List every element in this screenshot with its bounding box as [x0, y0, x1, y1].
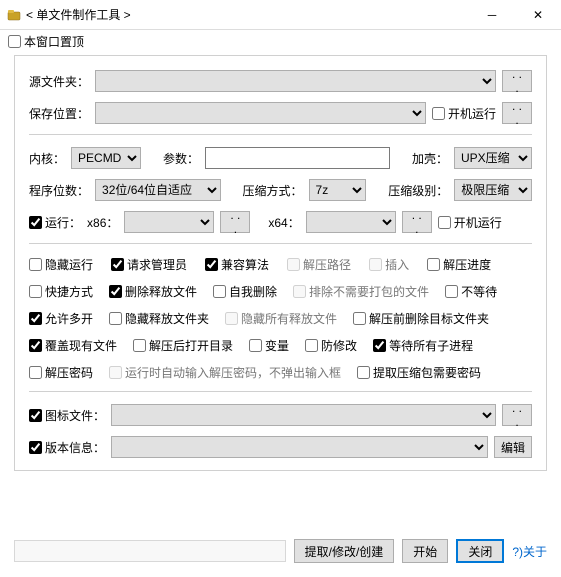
run-checkbox[interactable]: 运行： [29, 214, 81, 231]
opt-allow-multi[interactable]: 允许多开 [29, 310, 93, 327]
icon-checkbox[interactable]: 图标文件： [29, 407, 105, 424]
x64-label: x64： [268, 214, 299, 231]
close-window-button[interactable]: ✕ [515, 0, 561, 30]
save-combo[interactable] [95, 102, 426, 124]
run-startup-checkbox[interactable]: 开机运行 [438, 214, 502, 231]
about-link[interactable]: ?)关于 [512, 543, 547, 560]
start-button[interactable]: 开始 [402, 539, 448, 563]
x86-browse-button[interactable]: . . . [220, 211, 250, 233]
topbar: 本窗口置顶 [0, 30, 561, 55]
shell-label: 加壳： [412, 150, 448, 167]
level-label: 压缩级别： [388, 182, 448, 199]
opt-vars[interactable]: 变量 [249, 337, 289, 354]
icon-combo[interactable] [111, 404, 496, 426]
version-edit-button[interactable]: 编辑 [494, 436, 532, 458]
opt-antimod[interactable]: 防修改 [305, 337, 357, 354]
kernel-label: 内核： [29, 150, 65, 167]
x64-browse-button[interactable]: . . . [402, 211, 432, 233]
bits-combo[interactable]: 32位/64位自适应 [95, 179, 221, 201]
opt-compat[interactable]: 兼容算法 [205, 256, 269, 273]
opt-del-release[interactable]: 删除释放文件 [109, 283, 197, 300]
compress-combo[interactable]: 7z [309, 179, 367, 201]
version-combo[interactable] [111, 436, 488, 458]
save-row: 保存位置： 开机运行 . . . [29, 102, 532, 124]
divider-3 [29, 391, 532, 392]
save-label: 保存位置： [29, 105, 89, 122]
icon-row: 图标文件： . . . [29, 404, 532, 426]
options-row-1: 隐藏运行 请求管理员 兼容算法 解压路径 插入 解压进度 [29, 256, 532, 273]
opt-shortcut[interactable]: 快捷方式 [29, 283, 93, 300]
kernel-row: 内核： PECMD 参数： 加壳： UPX压缩 [29, 147, 532, 169]
opt-self-del[interactable]: 自我删除 [213, 283, 277, 300]
opt-hide-folder[interactable]: 隐藏释放文件夹 [109, 310, 209, 327]
options-row-2: 快捷方式 删除释放文件 自我删除 排除不需要打包的文件 不等待 [29, 283, 532, 300]
main-frame: 源文件夹： . . . 保存位置： 开机运行 . . . 内核： PECMD 参… [14, 55, 547, 471]
opt-extract-path: 解压路径 [287, 256, 351, 273]
save-browse-button[interactable]: . . . [502, 102, 532, 124]
extract-modify-create-button[interactable]: 提取/修改/创建 [294, 539, 395, 563]
opt-hide-all: 隐藏所有释放文件 [225, 310, 337, 327]
app-icon [6, 7, 22, 23]
opt-progress[interactable]: 解压进度 [427, 256, 491, 273]
version-row: 版本信息： 编辑 [29, 436, 532, 458]
x86-combo[interactable] [124, 211, 214, 233]
run-row: 运行： x86： . . . x64： . . . 开机运行 [29, 211, 532, 233]
opt-predel[interactable]: 解压前删除目标文件夹 [353, 310, 489, 327]
source-combo[interactable] [95, 70, 496, 92]
opt-extractpwd[interactable]: 提取压缩包需要密码 [357, 364, 481, 381]
version-checkbox[interactable]: 版本信息： [29, 439, 105, 456]
bits-label: 程序位数： [29, 182, 89, 199]
param-label: 参数： [163, 150, 199, 167]
opt-opendir[interactable]: 解压后打开目录 [133, 337, 233, 354]
compress-label: 压缩方式： [243, 182, 303, 199]
param-input[interactable] [205, 147, 390, 169]
options-row-5: 解压密码 运行时自动输入解压密码，不弹出输入框 提取压缩包需要密码 [29, 364, 532, 381]
program-row: 程序位数： 32位/64位自适应 压缩方式： 7z 压缩级别： 极限压缩 [29, 179, 532, 201]
topmost-checkbox[interactable]: 本窗口置顶 [8, 33, 84, 50]
opt-waitchild[interactable]: 等待所有子进程 [373, 337, 473, 354]
topmost-label: 本窗口置顶 [24, 33, 84, 50]
kernel-combo[interactable]: PECMD [71, 147, 141, 169]
shell-combo[interactable]: UPX压缩 [454, 147, 532, 169]
options-row-4: 覆盖现有文件 解压后打开目录 变量 防修改 等待所有子进程 [29, 337, 532, 354]
x86-label: x86： [87, 214, 118, 231]
divider-1 [29, 134, 532, 135]
close-button[interactable]: 关闭 [456, 539, 504, 563]
bottom-bar: 提取/修改/创建 开始 关闭 ?)关于 [0, 531, 561, 577]
source-row: 源文件夹： . . . [29, 70, 532, 92]
opt-exclude: 排除不需要打包的文件 [293, 283, 429, 300]
icon-browse-button[interactable]: . . . [502, 404, 532, 426]
opt-pwd[interactable]: 解压密码 [29, 364, 93, 381]
source-label: 源文件夹： [29, 73, 89, 90]
opt-autopwd: 运行时自动输入解压密码，不弹出输入框 [109, 364, 341, 381]
status-bar [14, 540, 286, 562]
opt-req-admin[interactable]: 请求管理员 [111, 256, 187, 273]
window-title: < 单文件制作工具 > [26, 6, 131, 23]
source-browse-button[interactable]: . . . [502, 70, 532, 92]
minimize-button[interactable]: ─ [469, 0, 515, 30]
opt-hide-run[interactable]: 隐藏运行 [29, 256, 93, 273]
opt-overwrite[interactable]: 覆盖现有文件 [29, 337, 117, 354]
options-row-3: 允许多开 隐藏释放文件夹 隐藏所有释放文件 解压前删除目标文件夹 [29, 310, 532, 327]
level-combo[interactable]: 极限压缩 [454, 179, 532, 201]
x64-combo[interactable] [306, 211, 396, 233]
divider-2 [29, 243, 532, 244]
save-startup-checkbox[interactable]: 开机运行 [432, 105, 496, 122]
titlebar: < 单文件制作工具 > ─ ✕ [0, 0, 561, 30]
opt-insert: 插入 [369, 256, 409, 273]
opt-nowait[interactable]: 不等待 [445, 283, 497, 300]
